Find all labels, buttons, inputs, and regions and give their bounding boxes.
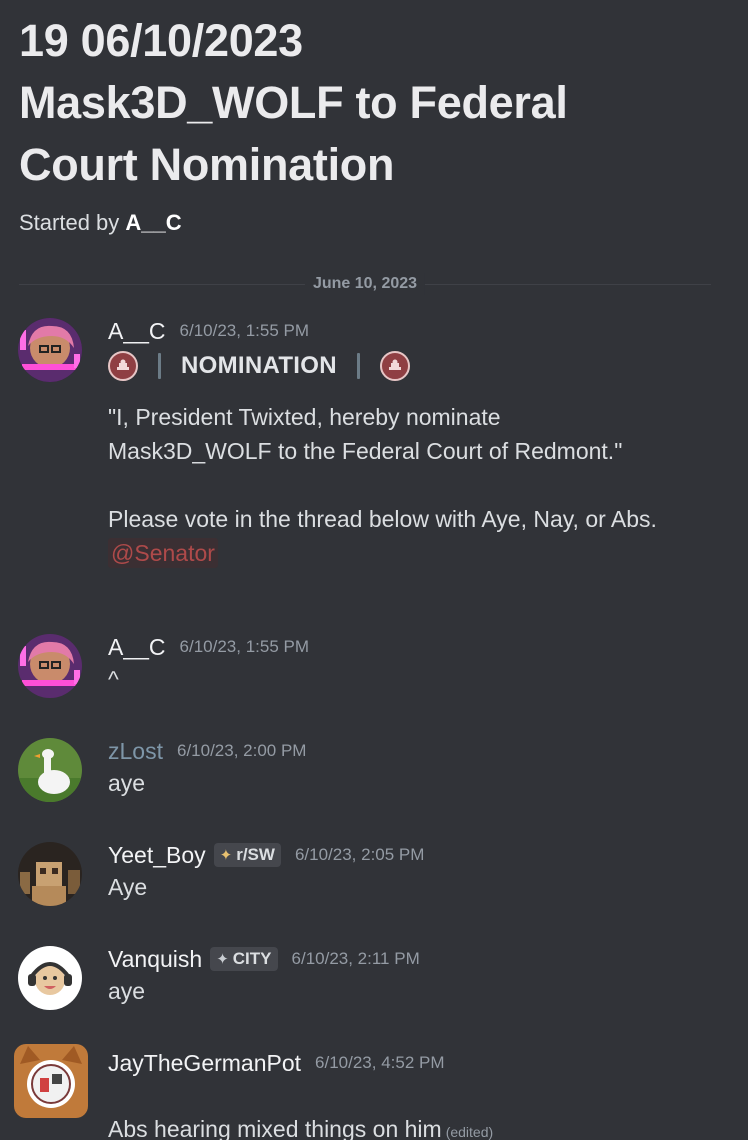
started-by-prefix: Started by [19, 210, 120, 235]
message-body: zLost 6/10/23, 2:00 PM aye [108, 736, 728, 800]
started-by-user[interactable]: A__C [125, 210, 181, 235]
thread-view: 19 06/10/2023 Mask3D_WOLF to Federal Cou… [0, 0, 748, 1140]
separator-bar [356, 353, 360, 379]
timestamp[interactable]: 6/10/23, 1:55 PM [180, 637, 309, 657]
message-header: zLost 6/10/23, 2:00 PM [108, 736, 728, 766]
thread-title: 19 06/10/2023 Mask3D_WOLF to Federal Cou… [19, 15, 568, 190]
server-tag[interactable]: ✦ CITY [210, 947, 278, 971]
username[interactable]: zLost [108, 738, 163, 765]
diamond-compass-icon: ✦ [216, 951, 229, 968]
role-mention[interactable]: @Senator [108, 538, 218, 568]
timestamp[interactable]: 6/10/23, 1:55 PM [180, 321, 309, 341]
message-header: Yeet_Boy ✦ r/SW 6/10/23, 2:05 PM [108, 840, 728, 870]
avatar[interactable] [18, 634, 82, 698]
timestamp[interactable]: 6/10/23, 2:05 PM [295, 845, 424, 865]
diamond-compass-icon: ✦ [219, 847, 233, 864]
message-header: JayTheGermanPot 6/10/23, 4:52 PM [108, 1048, 728, 1078]
username[interactable]: JayTheGermanPot [108, 1050, 301, 1077]
avatar[interactable] [18, 738, 82, 802]
username[interactable]: A__C [108, 318, 166, 345]
nomination-banner: NOMINATION [108, 346, 728, 386]
timestamp[interactable]: 6/10/23, 2:11 PM [292, 949, 420, 969]
message-header: A__C 6/10/23, 1:55 PM [108, 632, 728, 662]
thread-header: 19 06/10/2023 Mask3D_WOLF to Federal Cou… [19, 10, 719, 236]
avatar[interactable] [18, 946, 82, 1010]
message-text: Aye [108, 874, 148, 900]
message-header: Vanquish ✦ CITY 6/10/23, 2:11 PM [108, 944, 728, 974]
timestamp[interactable]: 6/10/23, 2:00 PM [177, 741, 306, 761]
message-text: aye [108, 978, 146, 1004]
date-divider: June 10, 2023 [19, 273, 711, 295]
edited-label: (edited) [445, 1124, 494, 1140]
avatar[interactable] [18, 842, 82, 906]
date-divider-label: June 10, 2023 [304, 273, 426, 295]
timestamp[interactable]: 6/10/23, 4:52 PM [315, 1053, 444, 1073]
message-text: ^ [108, 666, 119, 692]
red-capitol-seal-icon [108, 351, 138, 381]
message-text: Abs hearing mixed things on him [108, 1116, 442, 1140]
started-by: Started by A__C [19, 210, 719, 236]
message-body: A__C 6/10/23, 1:55 PM NOMINATION "I, Pre… [108, 316, 728, 568]
red-capitol-seal-icon [379, 351, 410, 381]
message-text-line: Abs hearing mixed things on him (edited) [108, 1078, 728, 1140]
server-tag-label: r/SW [236, 845, 275, 864]
separator-bar [158, 353, 161, 379]
username[interactable]: Vanquish [108, 946, 202, 973]
server-tag-label: CITY [232, 949, 272, 968]
avatar[interactable] [14, 1044, 88, 1118]
message-text: aye [108, 770, 146, 796]
username[interactable]: Yeet_Boy [108, 842, 206, 869]
message-header: A__C 6/10/23, 1:55 PM [108, 316, 728, 346]
server-tag[interactable]: ✦ r/SW [213, 843, 281, 867]
message-body: JayTheGermanPot 6/10/23, 4:52 PM Abs hea… [108, 1048, 728, 1140]
message-body: A__C 6/10/23, 1:55 PM ^ [108, 632, 728, 696]
message-body: Vanquish ✦ CITY 6/10/23, 2:11 PM aye [108, 944, 728, 1008]
message-body: Yeet_Boy ✦ r/SW 6/10/23, 2:05 PM Aye [108, 840, 728, 904]
nomination-heading: NOMINATION [181, 352, 337, 379]
message-text: "I, President Twixted, hereby nominate M… [108, 404, 657, 532]
username[interactable]: A__C [108, 634, 166, 661]
avatar[interactable] [18, 318, 82, 382]
